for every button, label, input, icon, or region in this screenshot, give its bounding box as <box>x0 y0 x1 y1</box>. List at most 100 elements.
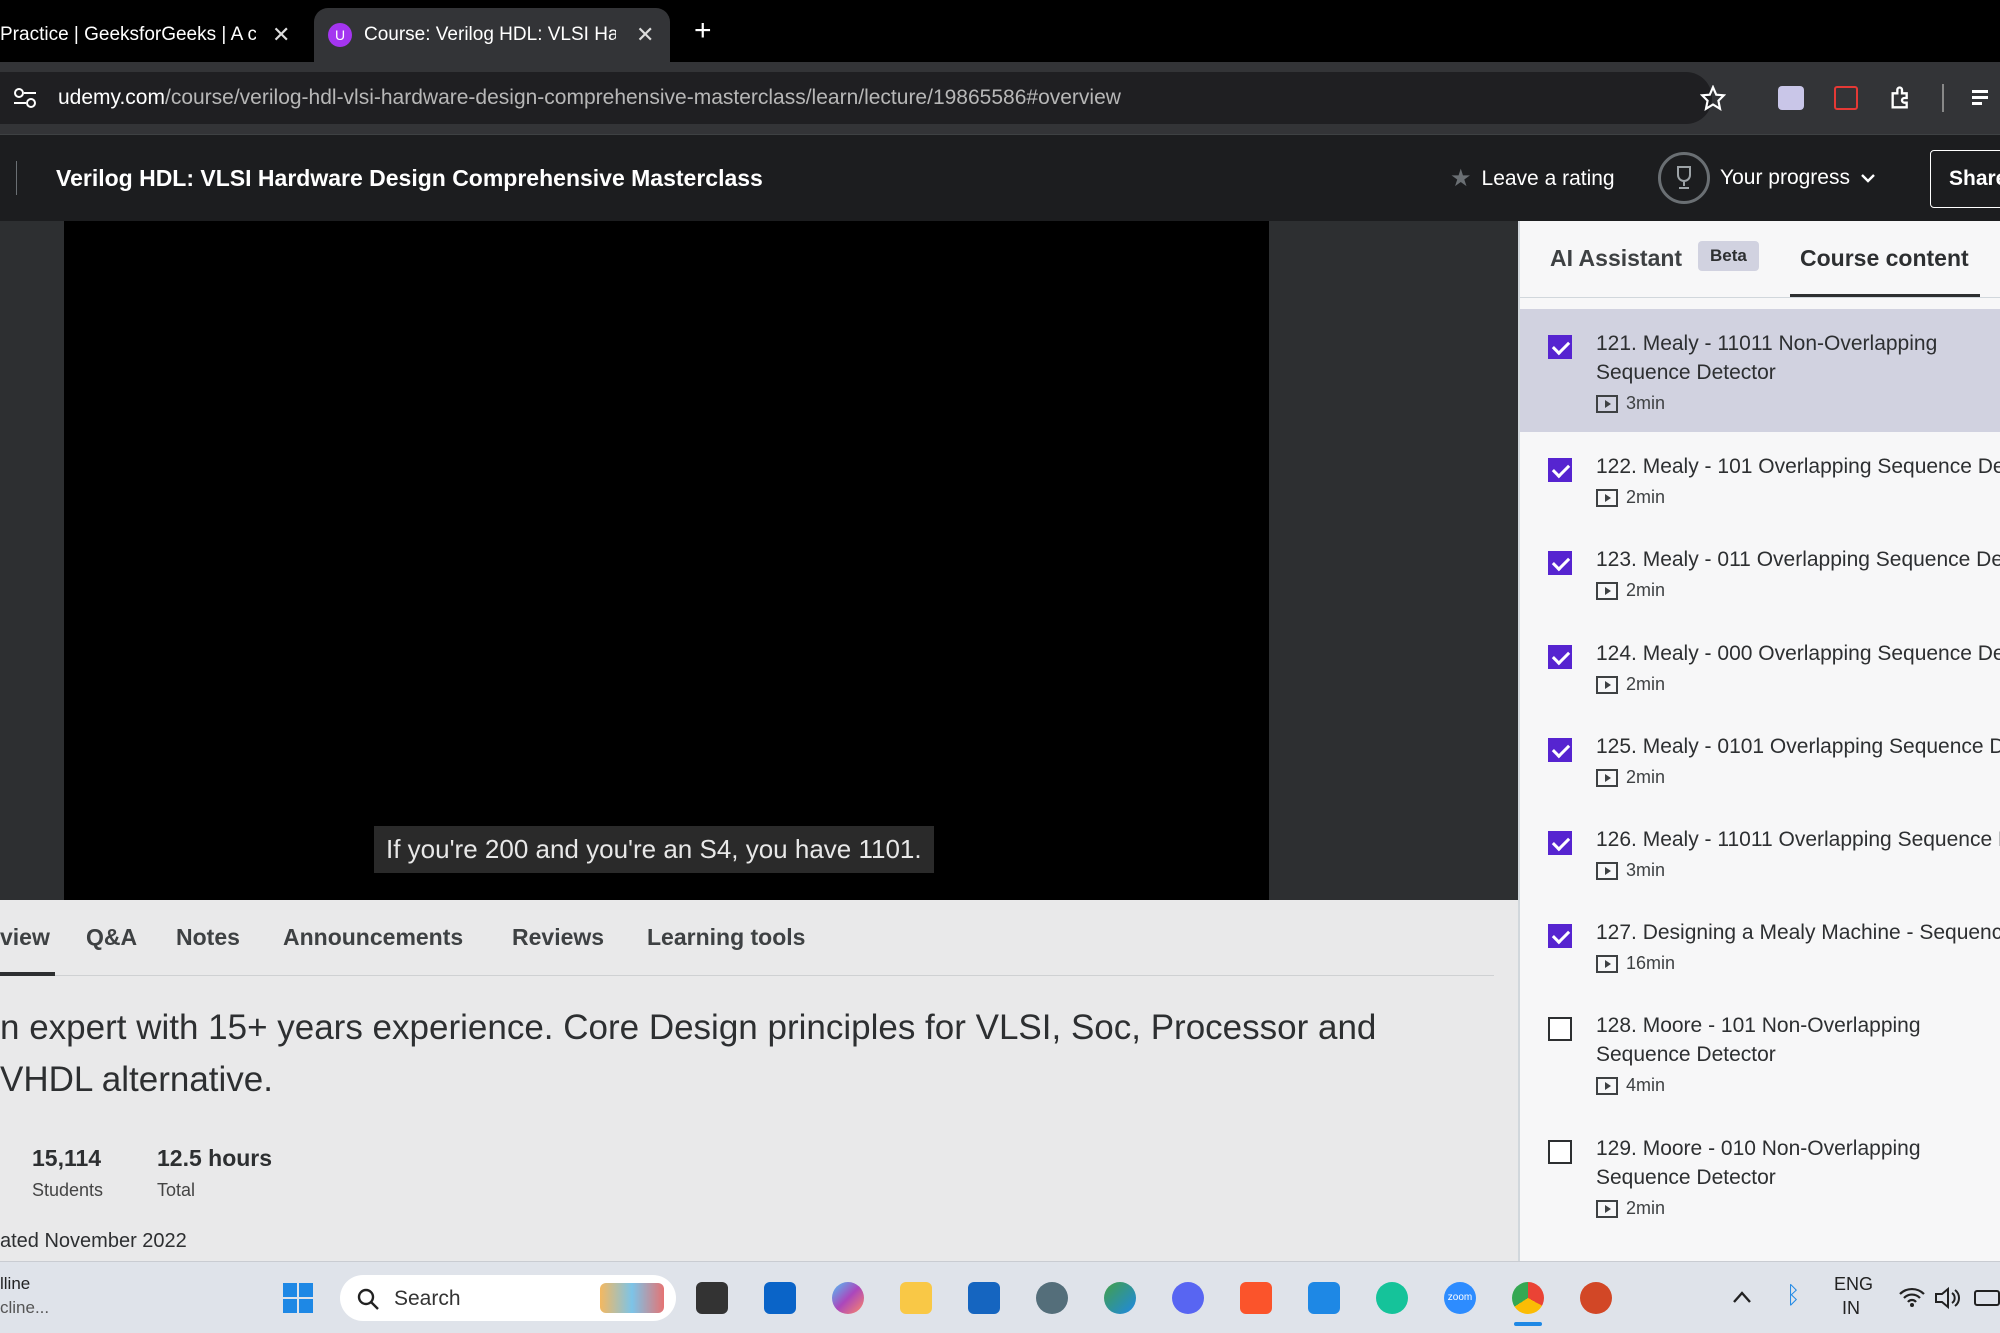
tab-course-content[interactable]: Course content <box>1800 245 1969 272</box>
star-icon: ★ <box>1450 165 1472 192</box>
lecture-duration: 2min <box>1596 580 1665 601</box>
video-play-icon <box>1596 581 1618 600</box>
lecture-duration-text: 2min <box>1626 674 1666 694</box>
weather-line1[interactable]: lline <box>0 1274 30 1294</box>
tab-qa[interactable]: Q&A <box>86 924 137 951</box>
bookmark-star-icon[interactable] <box>1700 85 1726 111</box>
copilot-icon[interactable] <box>832 1282 864 1314</box>
leave-rating-label: Leave a rating <box>1481 166 1615 190</box>
tab-ai-assistant[interactable]: AI Assistant <box>1550 245 1682 272</box>
lecture-duration-text: 2min <box>1626 580 1666 600</box>
beta-badge: Beta <box>1698 241 1759 271</box>
close-tab-icon[interactable]: ✕ <box>636 22 654 48</box>
tab-overview[interactable]: view <box>0 924 50 951</box>
tab-reviews[interactable]: Reviews <box>512 924 604 951</box>
hours-label: Total <box>157 1180 196 1200</box>
lecture-title: 121. Mealy - 11011 Non-Overlapping Seque… <box>1596 332 1938 384</box>
lecture-complete-checkbox[interactable] <box>1548 335 1572 359</box>
tab-title: Course: Verilog HDL: VLSI Hard <box>364 24 616 45</box>
lecture-complete-checkbox[interactable] <box>1548 645 1572 669</box>
microsoft-store-icon[interactable] <box>968 1282 1000 1314</box>
video-play-icon <box>1596 768 1618 787</box>
battery-icon[interactable] <box>1974 1290 2000 1306</box>
lecture-item[interactable]: 130. Moore - 0101 Non-Overlapping Sequen… <box>1520 1237 2000 1261</box>
extensions-puzzle-icon[interactable] <box>1888 84 1916 112</box>
lecture-complete-checkbox[interactable] <box>1548 551 1572 575</box>
url-text[interactable]: udemy.com/course/verilog-hdl-vlsi-hardwa… <box>58 86 1121 110</box>
wifi-icon[interactable] <box>1898 1286 1926 1308</box>
video-player[interactable] <box>64 221 1269 900</box>
lecture-complete-checkbox[interactable] <box>1548 458 1572 482</box>
tab-geeksforgeeks[interactable]: Practice | GeeksforGeeks | A co ✕ <box>0 8 300 62</box>
lecture-item[interactable]: 123. Mealy - 011 Overlapping Sequence De… <box>1520 525 2000 619</box>
share-button[interactable]: Share <box>1930 150 2000 208</box>
trophy-icon <box>1658 152 1710 204</box>
tab-title: Practice | GeeksforGeeks | A co <box>0 24 256 45</box>
windows-start-icon[interactable] <box>282 1282 314 1314</box>
outlook-icon[interactable] <box>764 1282 796 1314</box>
chrome-icon[interactable] <box>1512 1282 1544 1314</box>
grammarly-icon[interactable] <box>1376 1282 1408 1314</box>
lecture-tabs: view Q&A Notes Announcements Reviews Lea… <box>0 900 1518 976</box>
omnibox[interactable]: udemy.com/course/verilog-hdl-vlsi-hardwa… <box>0 72 1726 124</box>
taskbar-search-box[interactable]: Search <box>340 1275 676 1321</box>
leave-rating-button[interactable]: ★ Leave a rating <box>1450 164 1615 193</box>
lecture-title: 122. Mealy - 101 Overlapping Sequence De… <box>1596 455 2000 478</box>
lecture-duration: 2min <box>1596 1198 1665 1219</box>
lecture-complete-checkbox[interactable] <box>1548 738 1572 762</box>
close-tab-icon[interactable]: ✕ <box>272 22 290 48</box>
pdf-extension-icon[interactable] <box>1834 86 1858 110</box>
language-line1[interactable]: ENG <box>1834 1274 1873 1295</box>
tab-udemy-course[interactable]: U Course: Verilog HDL: VLSI Hard ✕ <box>314 8 670 62</box>
course-description-line2: VHDL alternative. <box>0 1060 273 1099</box>
tab-learning-tools[interactable]: Learning tools <box>647 924 805 951</box>
lecture-item[interactable]: 121. Mealy - 11011 Non-Overlapping Seque… <box>1520 309 2000 432</box>
lecture-duration-text: 3min <box>1626 393 1666 413</box>
lecture-title: 127. Designing a Mealy Machine - Sequenc… <box>1596 921 2000 944</box>
video-caption: If you're 200 and you're an S4, you have… <box>374 826 934 873</box>
extension-icon[interactable] <box>1778 86 1804 110</box>
brave-icon[interactable] <box>1240 1282 1272 1314</box>
lecture-complete-checkbox[interactable] <box>1548 1140 1572 1164</box>
vscode-icon[interactable] <box>1308 1282 1340 1314</box>
lecture-item[interactable]: 127. Designing a Mealy Machine - Sequenc… <box>1520 898 2000 991</box>
course-title[interactable]: Verilog HDL: VLSI Hardware Design Compre… <box>56 165 763 192</box>
settings-gear-icon[interactable] <box>1036 1282 1068 1314</box>
lecture-duration: 16min <box>1596 953 1675 974</box>
edge-icon[interactable] <box>1104 1282 1136 1314</box>
lecture-complete-checkbox[interactable] <box>1548 1017 1572 1041</box>
lecture-complete-checkbox[interactable] <box>1548 831 1572 855</box>
total-hours: 12.5 hours <box>157 1145 273 1171</box>
video-play-icon <box>1596 1076 1618 1095</box>
site-settings-icon[interactable] <box>12 86 38 110</box>
volume-icon[interactable] <box>1934 1286 1962 1310</box>
new-tab-button[interactable]: + <box>694 14 712 48</box>
your-progress-label: Your progress <box>1720 166 1850 189</box>
lecture-complete-checkbox[interactable] <box>1548 924 1572 948</box>
tab-notes[interactable]: Notes <box>176 924 240 951</box>
language-line2[interactable]: IN <box>1842 1298 1860 1319</box>
lecture-duration: 2min <box>1596 767 1665 788</box>
bluetooth-icon[interactable]: ᛒ <box>1786 1282 1800 1310</box>
tab-announcements[interactable]: Announcements <box>283 924 463 951</box>
your-progress-button[interactable]: Your progress <box>1658 152 1876 204</box>
course-description-line1: n expert with 15+ years experience. Core… <box>0 1008 1377 1047</box>
weather-line2[interactable]: cline... <box>0 1298 49 1318</box>
file-explorer-icon[interactable] <box>900 1282 932 1314</box>
lecture-item[interactable]: 125. Mealy - 0101 Overlapping Sequence D… <box>1520 712 2000 805</box>
chevron-up-icon[interactable] <box>1732 1290 1752 1304</box>
lecture-item[interactable]: 128. Moore - 101 Non-Overlapping Sequenc… <box>1520 991 2000 1114</box>
lecture-duration: 3min <box>1596 860 1665 881</box>
zoom-icon[interactable]: zoom <box>1444 1282 1476 1314</box>
task-view-icon[interactable] <box>696 1282 728 1314</box>
lecture-item[interactable]: 129. Moore - 010 Non-Overlapping Sequenc… <box>1520 1114 2000 1237</box>
last-updated: ated November 2022 <box>0 1230 187 1252</box>
media-control-icon[interactable] <box>1970 86 2000 110</box>
lecture-item[interactable]: 126. Mealy - 11011 Overlapping Sequence … <box>1520 805 2000 898</box>
discord-icon[interactable] <box>1172 1282 1204 1314</box>
lecture-duration: 3min <box>1596 393 1665 414</box>
search-label: Search <box>394 1287 461 1310</box>
powerpoint-icon[interactable] <box>1580 1282 1612 1314</box>
lecture-item[interactable]: 122. Mealy - 101 Overlapping Sequence De… <box>1520 432 2000 525</box>
lecture-item[interactable]: 124. Mealy - 000 Overlapping Sequence De… <box>1520 619 2000 712</box>
